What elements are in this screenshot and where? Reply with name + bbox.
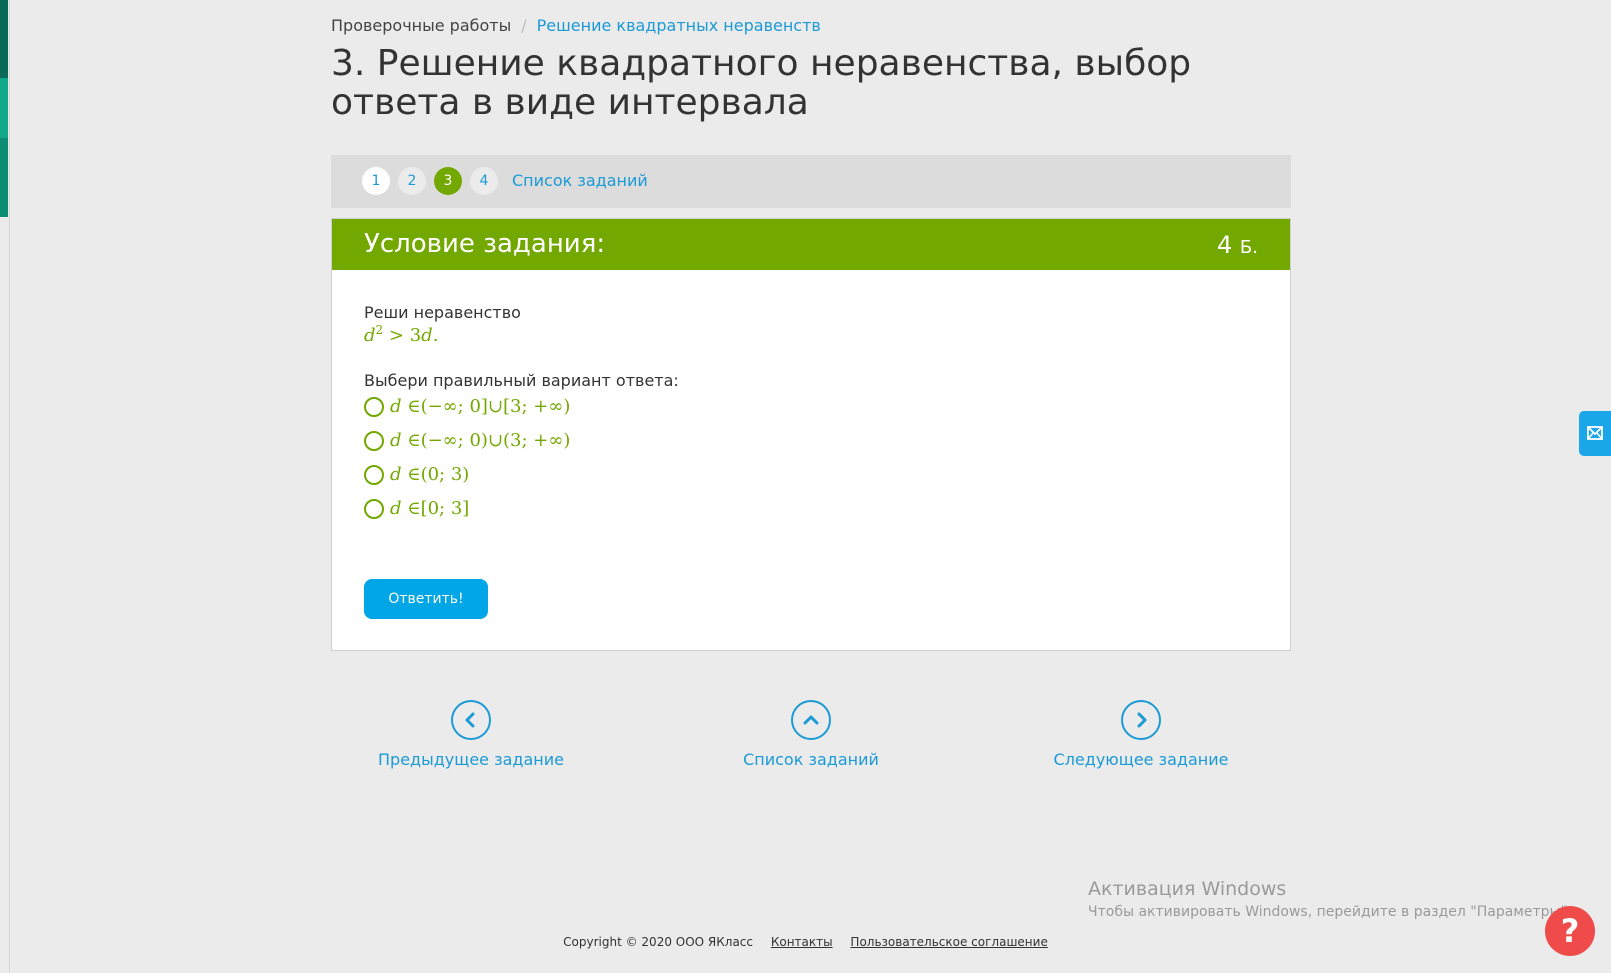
answer-variable: d <box>390 430 402 451</box>
task-list-bottom-link[interactable]: Список заданий <box>701 700 921 769</box>
user-agreement-link[interactable]: Пользовательское соглашение <box>850 935 1047 949</box>
answer-option-text: d ∈(−∞; 0)∪(3; +∞) <box>390 430 570 451</box>
answer-option-text: d ∈(−∞; 0]∪[3; +∞) <box>390 396 570 417</box>
answer-option-2[interactable]: d ∈(−∞; 0)∪(3; +∞) <box>364 430 570 456</box>
question-icon: ? <box>1560 912 1580 950</box>
breadcrumb-parent[interactable]: Проверочные работы <box>331 16 511 35</box>
prev-task-label[interactable]: Предыдущее задание <box>361 750 581 769</box>
task-points: 4 Б. <box>1217 231 1258 259</box>
answer-interval: ∈(0; 3) <box>401 464 470 485</box>
footer: Copyright © 2020 ООО ЯКласс Контакты Пол… <box>0 935 1611 949</box>
copyright: Copyright © 2020 ООО ЯКласс <box>563 935 753 949</box>
pager-item-2[interactable]: 2 <box>398 167 426 195</box>
breadcrumb-current[interactable]: Решение квадратных неравенств <box>537 16 821 35</box>
task-prompt: Реши неравенство <box>364 303 521 322</box>
inequality-end: . <box>432 325 439 346</box>
answer-option-4[interactable]: d ∈[0; 3] <box>364 498 469 524</box>
task-condition-title: Условие задания: <box>364 229 606 259</box>
left-side-bar-segment <box>0 0 8 78</box>
task-card-header: Условие задания: 4 Б. <box>332 219 1290 270</box>
breadcrumb-separator: / <box>521 16 527 35</box>
answer-option-3[interactable]: d ∈(0; 3) <box>364 464 469 490</box>
left-divider <box>9 0 10 973</box>
radio-button[interactable] <box>364 464 384 485</box>
breadcrumb: Проверочные работы / Решение квадратных не… <box>331 16 821 35</box>
task-pager: 1 2 3 4 Список заданий <box>331 155 1291 208</box>
pager-item-3-active[interactable]: 3 <box>434 167 462 195</box>
answer-variable: d <box>390 498 402 519</box>
answer-interval: ∈(−∞; 0)∪(3; +∞) <box>401 430 571 451</box>
pager-item-4[interactable]: 4 <box>470 167 498 195</box>
page-title: 3. Решение квадратного неравенства, выбо… <box>331 43 1192 123</box>
inequality-rest: > 3 <box>383 325 422 346</box>
left-side-bar-segment <box>0 78 8 138</box>
chevron-left-icon[interactable] <box>451 700 491 740</box>
windows-activation-watermark: Активация Windows Чтобы активировать Win… <box>1088 878 1571 920</box>
inequality-variable: d <box>364 325 376 346</box>
left-side-bar <box>0 0 8 217</box>
inequality-variable-2: d <box>421 325 433 346</box>
answer-option-1[interactable]: d ∈(−∞; 0]∪[3; +∞) <box>364 396 570 422</box>
points-unit: Б. <box>1239 237 1258 258</box>
windows-activation-subtitle: Чтобы активировать Windows, перейдите в … <box>1088 904 1572 920</box>
radio-button[interactable] <box>364 498 384 519</box>
task-inequality: d2 > 3d. <box>364 323 438 346</box>
feedback-mail-button[interactable] <box>1579 411 1611 456</box>
prev-task-link[interactable]: Предыдущее задание <box>361 700 581 769</box>
task-card: Условие задания: 4 Б. Реши неравенство d… <box>331 218 1291 651</box>
chevron-up-icon[interactable] <box>791 700 831 740</box>
answer-interval: ∈[0; 3] <box>401 498 470 519</box>
submit-answer-button[interactable]: Ответить! <box>364 579 488 619</box>
mail-icon <box>1587 426 1603 440</box>
help-button[interactable]: ? <box>1545 906 1595 956</box>
radio-button[interactable] <box>364 396 384 417</box>
task-list-link[interactable]: Список заданий <box>512 171 648 190</box>
choose-answer-prompt: Выбери правильный вариант ответа: <box>364 371 679 390</box>
next-task-link[interactable]: Следующее задание <box>1031 700 1251 769</box>
answer-option-text: d ∈[0; 3] <box>390 498 469 519</box>
pager-item-1[interactable]: 1 <box>362 167 390 195</box>
radio-button[interactable] <box>364 430 384 451</box>
task-list-label[interactable]: Список заданий <box>701 750 921 769</box>
answer-variable: d <box>390 396 402 417</box>
points-value: 4 <box>1217 231 1233 259</box>
answer-option-text: d ∈(0; 3) <box>390 464 469 485</box>
contacts-link[interactable]: Контакты <box>771 935 833 949</box>
windows-activation-title: Активация Windows <box>1088 878 1287 900</box>
next-task-label[interactable]: Следующее задание <box>1031 750 1251 769</box>
answer-interval: ∈(−∞; 0]∪[3; +∞) <box>401 396 571 417</box>
chevron-right-icon[interactable] <box>1121 700 1161 740</box>
answer-variable: d <box>390 464 402 485</box>
